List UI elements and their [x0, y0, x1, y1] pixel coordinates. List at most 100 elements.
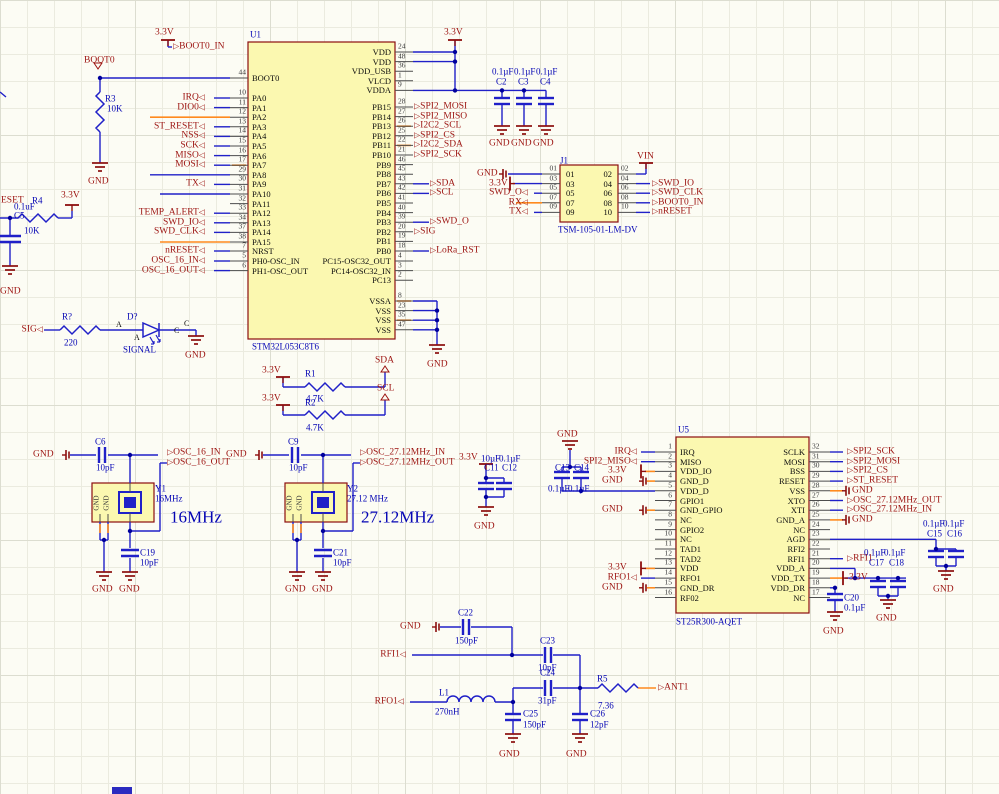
component-label[interactable]: 0.1µF: [536, 67, 557, 77]
component-label[interactable]: R3: [105, 94, 116, 104]
component-label[interactable]: 150pF: [523, 720, 546, 730]
component-label[interactable]: 10pF: [140, 558, 159, 568]
component-label[interactable]: 0.1µF: [943, 519, 964, 529]
net-label[interactable]: ▷SIG: [414, 226, 435, 237]
component-label[interactable]: C4: [540, 77, 551, 87]
component-label[interactable]: C25: [523, 709, 538, 719]
net-label[interactable]: GND: [511, 139, 532, 149]
net-label[interactable]: GND: [119, 585, 140, 595]
net-label[interactable]: VIN: [637, 152, 654, 162]
net-label[interactable]: ▷BOOT0_IN: [173, 42, 225, 52]
net-label[interactable]: ▷OSC_16_OUT: [167, 458, 230, 468]
net-label[interactable]: OSC_16_OUT◁: [142, 265, 205, 276]
component-label[interactable]: Y1: [155, 484, 166, 494]
component-label[interactable]: 4.7K: [306, 423, 324, 433]
component-label[interactable]: R5: [597, 674, 608, 684]
net-label[interactable]: TX◁: [186, 179, 205, 190]
component-label[interactable]: C26: [590, 709, 605, 719]
net-label[interactable]: GND: [499, 750, 520, 760]
component-label[interactable]: 0.1µF: [548, 484, 569, 494]
net-label[interactable]: SDA: [375, 356, 394, 366]
component-label[interactable]: 10K: [24, 226, 40, 236]
net-label[interactable]: GND: [226, 450, 247, 460]
net-label[interactable]: ▷LoRa_RST: [430, 246, 479, 256]
component-label[interactable]: 10pF: [289, 463, 308, 473]
component-label[interactable]: C17: [869, 558, 884, 568]
net-label[interactable]: GND: [427, 360, 448, 370]
component-label[interactable]: 150pF: [455, 636, 478, 646]
net-label[interactable]: ▷SPI2_SCK: [414, 150, 462, 160]
component-label[interactable]: C23: [540, 636, 555, 646]
component-label[interactable]: U5: [678, 425, 689, 435]
net-label[interactable]: GND: [92, 585, 113, 595]
net-label[interactable]: 3.3V: [444, 28, 463, 38]
component-label[interactable]: C9: [288, 437, 299, 447]
net-label[interactable]: GND: [88, 177, 109, 187]
component-label[interactable]: 16MHz: [155, 494, 183, 504]
component-label[interactable]: 31pF: [538, 696, 557, 706]
net-label[interactable]: 3.3V: [262, 366, 281, 376]
component-label[interactable]: 0.1µF: [864, 548, 885, 558]
component-label[interactable]: 0.1µF: [884, 548, 905, 558]
component-label[interactable]: C5: [14, 211, 25, 221]
net-label[interactable]: GND: [557, 430, 578, 440]
net-label[interactable]: GND: [400, 622, 421, 632]
net-label[interactable]: 3.3V: [155, 28, 174, 38]
net-label[interactable]: GND: [602, 582, 623, 593]
net-label[interactable]: GND: [823, 627, 844, 637]
component-label[interactable]: 0.1µF: [514, 67, 535, 77]
net-label[interactable]: GND: [474, 522, 495, 532]
net-label[interactable]: 3.3V: [459, 453, 478, 463]
component-label[interactable]: C11: [484, 463, 499, 473]
component-label[interactable]: 12pF: [590, 720, 609, 730]
net-label[interactable]: 3.3V: [61, 191, 80, 201]
net-label[interactable]: SCL: [377, 384, 394, 394]
net-label[interactable]: BOOT0: [84, 56, 115, 66]
net-label[interactable]: GND: [0, 287, 21, 297]
net-label[interactable]: TX◁: [509, 207, 528, 218]
net-label[interactable]: GND: [185, 351, 206, 361]
net-label[interactable]: GND: [533, 139, 554, 149]
component-label[interactable]: Y2: [347, 484, 358, 494]
component-label[interactable]: R?: [62, 312, 72, 322]
net-label[interactable]: MOSI◁: [175, 160, 205, 170]
net-label[interactable]: GND: [933, 585, 954, 595]
component-label[interactable]: 0.1µF: [568, 484, 589, 494]
component-label[interactable]: 220: [64, 338, 78, 348]
component-label[interactable]: ST25R300-AQET: [676, 617, 742, 627]
component-label[interactable]: SIGNAL: [123, 345, 156, 355]
net-label[interactable]: RFO1◁: [375, 697, 404, 707]
net-label[interactable]: ▷ANT1: [658, 683, 688, 693]
component-label[interactable]: 10pF: [96, 463, 115, 473]
component-label[interactable]: C21: [333, 548, 348, 558]
component-label[interactable]: 0.1µF: [923, 519, 944, 529]
net-label[interactable]: DIO0◁: [177, 102, 205, 113]
component-label[interactable]: R2: [305, 398, 316, 408]
net-label[interactable]: GND: [566, 750, 587, 760]
y2-body[interactable]: [284, 482, 348, 523]
net-label[interactable]: RFI1◁: [380, 650, 406, 660]
component-label[interactable]: 270nH: [435, 707, 460, 717]
component-label[interactable]: C6: [95, 437, 106, 447]
component-label[interactable]: STM32L053C8T6: [252, 342, 319, 352]
component-label[interactable]: J1: [560, 156, 568, 166]
component-label[interactable]: C2: [496, 77, 507, 87]
net-label[interactable]: ▷OSC_27.12MHz_OUT: [360, 458, 455, 468]
y1-body[interactable]: [91, 482, 155, 523]
net-label[interactable]: ▷SCL: [430, 188, 454, 199]
component-label[interactable]: C3: [518, 77, 529, 87]
net-label[interactable]: SIG◁: [22, 325, 43, 335]
net-label[interactable]: GND: [852, 514, 873, 525]
component-label[interactable]: R1: [305, 369, 316, 379]
component-label[interactable]: C20: [844, 593, 859, 603]
component-label[interactable]: C13: [555, 463, 570, 473]
component-label[interactable]: L1: [439, 688, 449, 698]
component-label[interactable]: U1: [250, 30, 261, 40]
net-label[interactable]: GND: [876, 614, 897, 624]
net-label[interactable]: GND: [285, 585, 306, 595]
component-label[interactable]: 10K: [107, 104, 123, 114]
net-label[interactable]: GND: [489, 139, 510, 149]
net-label[interactable]: ▷SWD_O: [430, 217, 469, 227]
net-label[interactable]: 3.3V: [262, 394, 281, 404]
component-label[interactable]: 0.1µF: [844, 603, 865, 613]
